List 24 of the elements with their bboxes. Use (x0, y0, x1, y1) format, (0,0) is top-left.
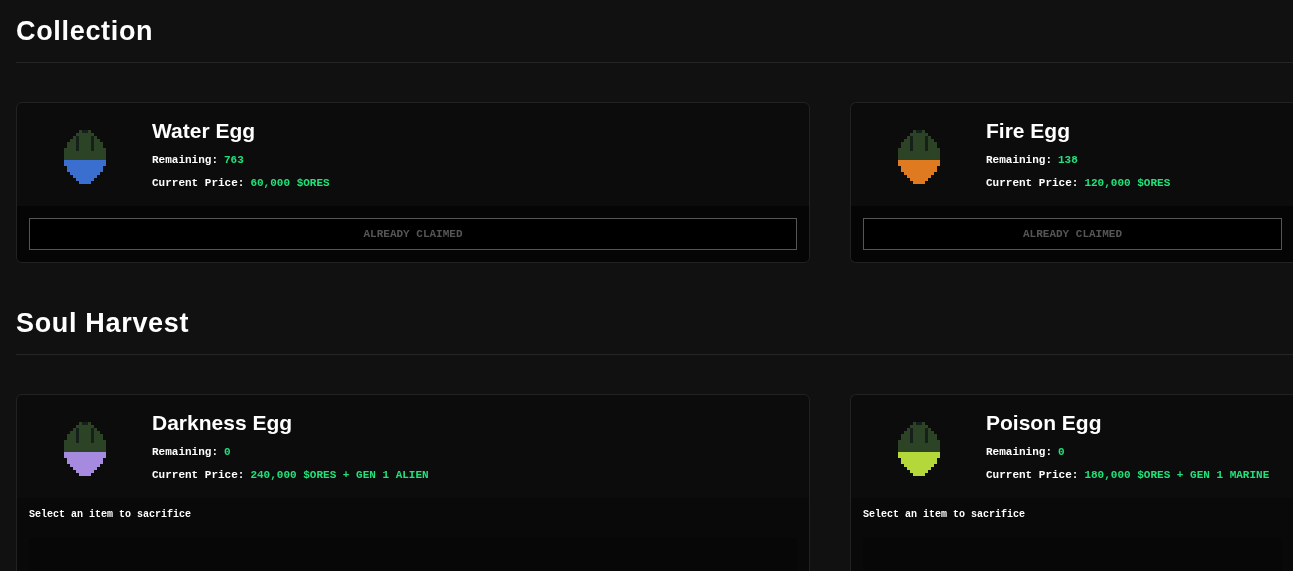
remaining-value: 0 (224, 445, 231, 461)
egg-name: Darkness Egg (152, 409, 294, 436)
remaining-label: Remaining: (152, 445, 218, 461)
price-label: Current Price: (152, 175, 245, 191)
remaining-value: 0 (1058, 445, 1065, 461)
remaining-label: Remaining: (152, 153, 218, 169)
egg-name: Water Egg (152, 117, 257, 144)
sacrifice-prompt: Select an item to sacrifice (29, 508, 193, 522)
price-value: 240,000 $ORES + GEN 1 ALIEN (250, 467, 429, 483)
remaining-value: 138 (1058, 153, 1078, 169)
remaining-label: Remaining: (986, 153, 1052, 169)
egg-name: Poison Egg (986, 409, 1103, 436)
price-value: 180,000 $ORES + GEN 1 MARINE (1084, 467, 1270, 483)
price-label: Current Price: (986, 175, 1079, 191)
section-title: Soul Harvest (16, 310, 1293, 355)
price-label: Current Price: (986, 467, 1079, 483)
section-title: Collection (16, 18, 1293, 63)
price-value: 60,000 $ORES (250, 175, 330, 191)
price-value: 120,000 $ORES (1084, 175, 1171, 191)
remaining-label: Remaining: (986, 445, 1052, 461)
price-label: Current Price: (152, 467, 245, 483)
sacrifice-prompt: Select an item to sacrifice (863, 508, 1027, 522)
remaining-value: 763 (224, 153, 244, 169)
egg-name: Fire Egg (986, 117, 1071, 144)
